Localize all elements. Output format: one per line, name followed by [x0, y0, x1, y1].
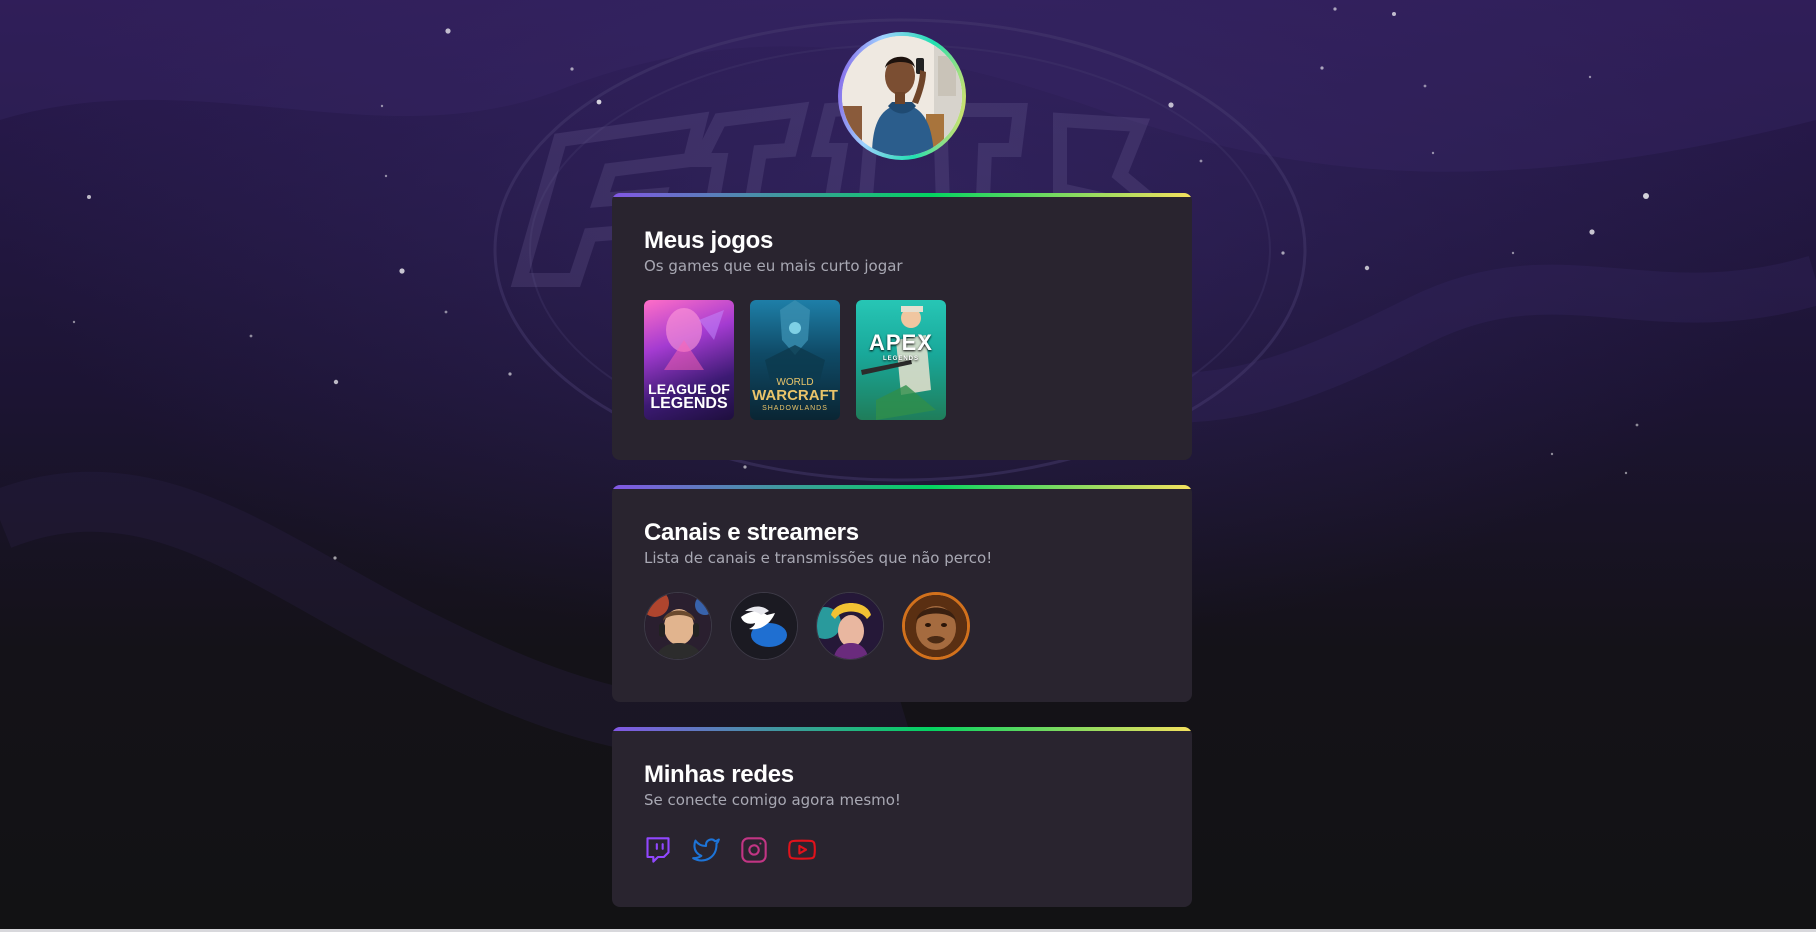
streamer-avatar[interactable]: [902, 592, 970, 660]
avatar-photo: [842, 36, 962, 156]
socials-title: Minhas redes: [644, 761, 794, 788]
lol-logo-text: LEAGUE OF LEGENDS: [648, 381, 730, 412]
streamer-avatar[interactable]: [816, 592, 884, 660]
twitch-icon[interactable]: [644, 836, 672, 864]
socials-subtitle: Se conecte comigo agora mesmo!: [644, 791, 901, 809]
game-league-of-legends[interactable]: LEAGUE OF LEGENDS: [644, 300, 734, 420]
game-world-of-warcraft[interactable]: WORLD WARCRAFT SHADOWLANDS: [750, 300, 840, 420]
streamers-title: Canais e streamers: [644, 519, 859, 546]
streamers-subtitle: Lista de canais e transmissões que não p…: [644, 549, 993, 567]
avatar-illustration: [842, 36, 962, 156]
streamer-3-photo: [817, 593, 883, 659]
winged-logo-icon: [731, 593, 797, 659]
profile-page: Meus jogos Os games que eu mais curto jo…: [0, 0, 1816, 929]
streamer-avatar[interactable]: [730, 592, 798, 660]
streamers-list: [644, 592, 1160, 660]
games-card: Meus jogos Os games que eu mais curto jo…: [612, 193, 1192, 460]
game-apex-legends[interactable]: APEX LEGENDS: [856, 300, 946, 420]
streamer-avatar[interactable]: [644, 592, 712, 660]
wow-logo-text: WORLD WARCRAFT SHADOWLANDS: [752, 377, 838, 413]
games-list: LEAGUE OF LEGENDS WORLD WARCRAFT SHADOWL…: [644, 300, 1160, 420]
instagram-icon[interactable]: [740, 836, 768, 864]
youtube-icon[interactable]: [788, 836, 816, 864]
twitter-icon[interactable]: [692, 836, 720, 864]
social-links: [644, 836, 1160, 864]
streamer-4-photo: [905, 595, 967, 657]
streamers-card: Canais e streamers Lista de canais e tra…: [612, 485, 1192, 702]
games-title: Meus jogos: [644, 227, 774, 254]
profile-avatar: [838, 32, 966, 160]
socials-card: Minhas redes Se conecte comigo agora mes…: [612, 727, 1192, 907]
streamer-1-photo: [645, 593, 711, 659]
apex-logo-text: APEX LEGENDS: [869, 330, 933, 363]
games-subtitle: Os games que eu mais curto jogar: [644, 257, 903, 275]
